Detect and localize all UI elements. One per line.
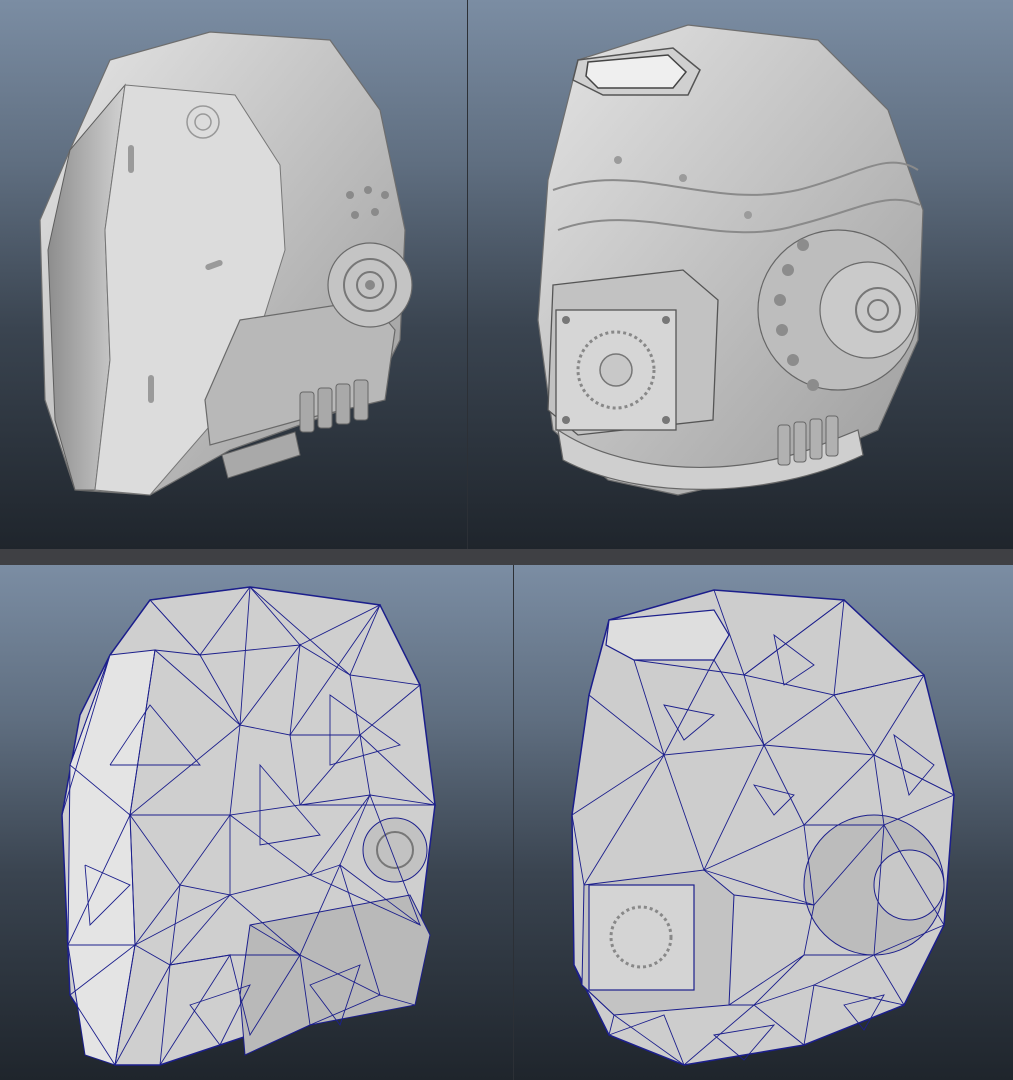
shaded-row (0, 0, 1013, 549)
helmet-wireframe-rear-render (571, 589, 956, 1066)
wireframe-row (0, 565, 1013, 1080)
row-divider (0, 549, 1013, 565)
helmet-shaded-front-render (39, 31, 413, 496)
helmet-wireframe-front-render (61, 586, 437, 1066)
viewport-shaded-front (0, 0, 467, 549)
helmet-shaded-rear-render (537, 24, 924, 496)
viewport-wireframe-rear (514, 565, 1013, 1080)
viewport-wireframe-front (0, 565, 513, 1080)
render-sheet (0, 0, 1013, 1080)
viewport-shaded-rear (468, 0, 1013, 549)
